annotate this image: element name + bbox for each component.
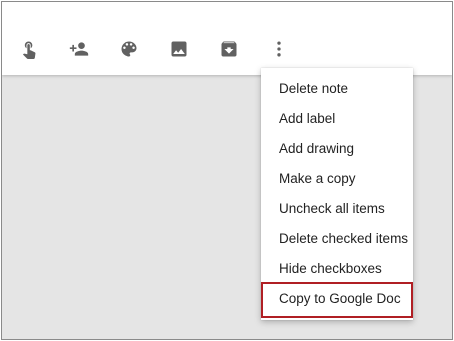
menu-item-hide-checkboxes[interactable]: Hide checkboxes: [261, 254, 413, 284]
window-frame: Delete note Add label Add drawing Make a…: [1, 1, 453, 340]
menu-item-add-label[interactable]: Add label: [261, 104, 413, 134]
remind-me-icon[interactable]: [18, 38, 40, 60]
menu-item-copy-to-google-doc[interactable]: Copy to Google Doc: [261, 284, 413, 314]
change-color-icon[interactable]: [118, 38, 140, 60]
archive-icon[interactable]: [218, 38, 240, 60]
more-icon[interactable]: [268, 38, 290, 60]
menu-item-delete-checked-items[interactable]: Delete checked items: [261, 224, 413, 254]
menu-item-add-drawing[interactable]: Add drawing: [261, 134, 413, 164]
collaborator-icon[interactable]: [68, 38, 90, 60]
add-image-icon[interactable]: [168, 38, 190, 60]
note-toolbar: [2, 2, 452, 75]
menu-item-delete-note[interactable]: Delete note: [261, 74, 413, 104]
menu-item-uncheck-all-items[interactable]: Uncheck all items: [261, 194, 413, 224]
more-options-menu: Delete note Add label Add drawing Make a…: [261, 68, 413, 320]
menu-item-make-a-copy[interactable]: Make a copy: [261, 164, 413, 194]
